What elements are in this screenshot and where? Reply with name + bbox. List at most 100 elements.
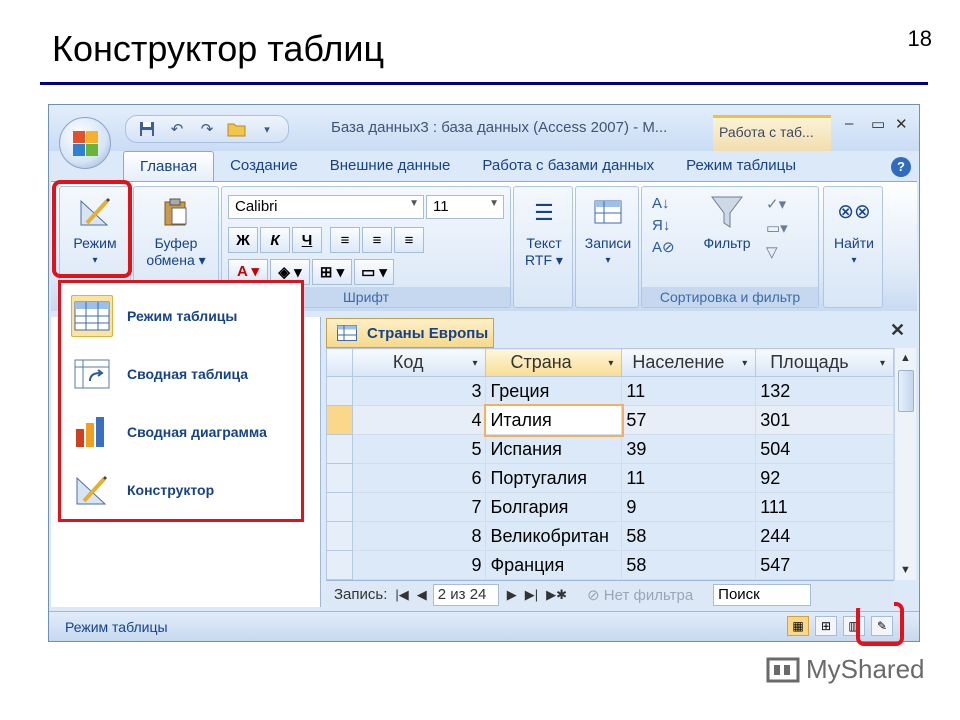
italic-button[interactable]: К (260, 227, 290, 253)
cell-population[interactable]: 39 (621, 434, 757, 464)
save-icon[interactable] (136, 119, 158, 139)
cell-code[interactable]: 7 (351, 492, 487, 522)
tab-datasheet[interactable]: Режим таблицы (670, 151, 812, 181)
tab-database-tools[interactable]: Работа с базами данных (466, 151, 670, 181)
document-tab[interactable]: Страны Европы (326, 318, 494, 348)
row-selector[interactable] (326, 550, 353, 580)
cell-population[interactable]: 58 (621, 521, 757, 551)
office-button[interactable] (59, 117, 111, 169)
select-all-corner[interactable] (326, 348, 353, 377)
cell-area[interactable]: 244 (755, 521, 894, 551)
record-position-field[interactable]: 2 из 24 (432, 583, 499, 606)
table-row[interactable]: 4 Италия 57 301 (326, 403, 894, 437)
cell-code[interactable]: 6 (351, 463, 487, 493)
rtf-button[interactable]: ☰ Текст RTF ▾ (516, 195, 572, 269)
cell-code[interactable]: 5 (351, 434, 487, 464)
align-left-icon[interactable]: ≡ (330, 227, 360, 253)
undo-icon[interactable]: ↶ (166, 119, 188, 139)
minimize-button[interactable]: – (845, 115, 853, 132)
cell-country[interactable]: Италия (483, 403, 624, 437)
menu-item-datasheet[interactable]: Режим таблицы (71, 291, 295, 341)
cell-country[interactable]: Франция (485, 550, 623, 580)
column-header-area[interactable]: Площадь ▾ (755, 348, 894, 377)
cell-country[interactable]: Португалия (485, 463, 623, 493)
cell-population[interactable]: 11 (621, 463, 757, 493)
datasheet-view-icon[interactable]: ▦ (787, 616, 809, 636)
cell-population[interactable]: 9 (621, 492, 757, 522)
row-selector[interactable] (326, 434, 353, 464)
table-row[interactable]: 9 Франция 58 547 (326, 550, 894, 580)
prev-record-icon[interactable]: ◀ (417, 587, 427, 603)
cell-population[interactable]: 11 (621, 376, 757, 406)
column-header-code[interactable]: Код ▾ (351, 348, 487, 377)
bold-button[interactable]: Ж (228, 227, 258, 253)
new-record-icon[interactable]: ▶✱ (546, 587, 567, 603)
row-selector[interactable] (326, 492, 353, 522)
clipboard-button[interactable]: Буфер обмена ▾ (140, 195, 212, 269)
help-icon[interactable]: ? (891, 157, 911, 177)
table-row[interactable]: 3 Греция 11 132 (326, 376, 894, 406)
cell-population[interactable]: 57 (621, 405, 757, 435)
menu-item-pivot-table[interactable]: Сводная таблица (71, 349, 295, 399)
table-row[interactable]: 5 Испания 39 504 (326, 434, 894, 464)
cell-country[interactable]: Испания (485, 434, 623, 464)
cell-code[interactable]: 3 (351, 376, 487, 406)
records-button[interactable]: Записи ▾ (578, 195, 638, 269)
align-right-icon[interactable]: ≡ (394, 227, 424, 253)
cell-population[interactable]: 58 (621, 550, 757, 580)
cell-country[interactable]: Греция (485, 376, 623, 406)
open-folder-icon[interactable] (226, 119, 248, 139)
row-selector[interactable] (326, 376, 353, 406)
title-rule (40, 82, 928, 85)
scroll-down-icon[interactable]: ▼ (900, 564, 911, 576)
scroll-thumb[interactable] (898, 370, 914, 412)
cell-country[interactable]: Болгария (485, 492, 623, 522)
find-button[interactable]: ⊗⊗ Найти ▾ (826, 195, 882, 269)
menu-item-pivot-chart[interactable]: Сводная диаграмма (71, 407, 295, 457)
cell-area[interactable]: 132 (755, 376, 894, 406)
underline-button[interactable]: Ч (292, 227, 322, 253)
row-selector[interactable] (326, 521, 353, 551)
tab-external-data[interactable]: Внешние данные (314, 151, 467, 181)
cell-code[interactable]: 8 (351, 521, 487, 551)
sort-icons[interactable]: A↓ Я↓ A⊘ (652, 193, 675, 259)
font-name-combo[interactable]: Calibri ▼ (228, 195, 424, 219)
tab-create[interactable]: Создание (214, 151, 314, 181)
scroll-up-icon[interactable]: ▲ (900, 352, 911, 364)
row-selector[interactable] (326, 405, 353, 435)
cell-code[interactable]: 9 (351, 550, 487, 580)
close-button[interactable]: ✕ (895, 115, 908, 133)
table-row[interactable]: 8 Великобритан 58 244 (326, 521, 894, 551)
vertical-scrollbar[interactable]: ▲ ▼ (894, 348, 916, 580)
pivottable-view-icon[interactable]: ⊞ (815, 616, 837, 636)
alt-fill-icon[interactable]: ▭ ▾ (354, 259, 394, 285)
cell-area[interactable]: 301 (755, 405, 894, 435)
redo-icon[interactable]: ↷ (196, 119, 218, 139)
cell-country[interactable]: Великобритан (485, 521, 623, 551)
cell-code[interactable]: 4 (351, 405, 487, 435)
menu-item-design[interactable]: Конструктор (71, 465, 295, 515)
table-row[interactable]: 7 Болгария 9 111 (326, 492, 894, 522)
row-selector[interactable] (326, 463, 353, 493)
cell-area[interactable]: 92 (755, 463, 894, 493)
gridlines-icon[interactable]: ⊞ ▾ (312, 259, 352, 285)
cell-area[interactable]: 111 (755, 492, 894, 522)
tab-home[interactable]: Главная (123, 151, 215, 181)
close-document-icon[interactable]: ✕ (890, 320, 905, 341)
advanced-filter-icons[interactable]: ✓▾ ▭▾ ▽ (766, 193, 788, 265)
cell-area[interactable]: 504 (755, 434, 894, 464)
customize-qat-icon[interactable]: ▾ (256, 119, 278, 139)
filter-button[interactable]: Фильтр (692, 195, 762, 252)
last-record-icon[interactable]: ▶| (525, 587, 538, 603)
font-size-combo[interactable]: 11 ▼ (426, 195, 504, 219)
first-record-icon[interactable]: |◀ (395, 587, 408, 603)
align-center-icon[interactable]: ≡ (362, 227, 392, 253)
maximize-button[interactable]: ▭ (871, 115, 885, 133)
no-filter-indicator[interactable]: ⊘ Нет фильтра (587, 586, 693, 604)
search-field[interactable]: Поиск (713, 583, 812, 606)
cell-area[interactable]: 547 (755, 550, 894, 580)
next-record-icon[interactable]: ▶ (507, 587, 517, 603)
column-header-population[interactable]: Население ▾ (621, 348, 757, 377)
table-row[interactable]: 6 Португалия 11 92 (326, 463, 894, 493)
column-header-country[interactable]: Страна ▾ (485, 348, 623, 377)
